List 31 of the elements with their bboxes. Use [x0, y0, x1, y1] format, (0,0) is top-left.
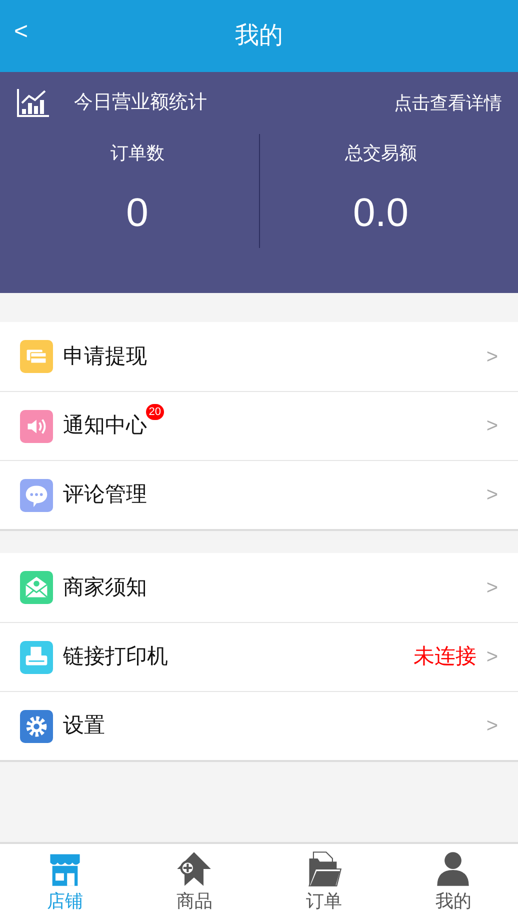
menu-label: 链接打印机	[63, 645, 168, 668]
chevron-icon: >	[486, 642, 498, 672]
details-link[interactable]: 点击查看详情	[394, 90, 502, 116]
chevron-icon: >	[486, 411, 498, 441]
menu-item[interactable]: 链接打印机 未连接 >	[0, 622, 518, 691]
menu-item[interactable]: 评论管理 >	[0, 460, 518, 529]
chevron-icon: >	[486, 480, 498, 510]
page-title: 我的	[235, 21, 283, 51]
menu-label: 评论管理	[63, 483, 147, 506]
chart-icon	[16, 88, 50, 118]
chevron-icon: >	[486, 342, 498, 372]
stat-value: 0.0	[352, 190, 409, 236]
menu-item[interactable]: 申请提现 >	[0, 322, 518, 391]
chevron-icon: >	[486, 572, 498, 602]
status-text: 未连接	[413, 644, 476, 670]
tab-item[interactable]: 商品	[130, 844, 259, 920]
stat-label: 订单数	[110, 142, 164, 164]
count-badge: 20	[146, 404, 164, 420]
menu-label: 设置	[63, 714, 105, 738]
stat-value: 0	[126, 190, 148, 236]
tab-item[interactable]: 我的	[388, 844, 518, 920]
menu-label: 申请提现	[63, 344, 147, 368]
stat-label: 总交易额	[344, 142, 417, 164]
tag-icon	[175, 850, 214, 888]
chevron-icon: >	[486, 711, 498, 741]
menu-item[interactable]: 商家须知 >	[0, 553, 518, 622]
tab-item[interactable]: 订单	[259, 844, 388, 920]
menu-item[interactable]: 设置 >	[0, 691, 518, 760]
menu-label: 商家须知	[63, 576, 147, 599]
menu-label: 通知中心	[63, 414, 147, 438]
stats-title: 今日营业额统计	[74, 90, 207, 115]
